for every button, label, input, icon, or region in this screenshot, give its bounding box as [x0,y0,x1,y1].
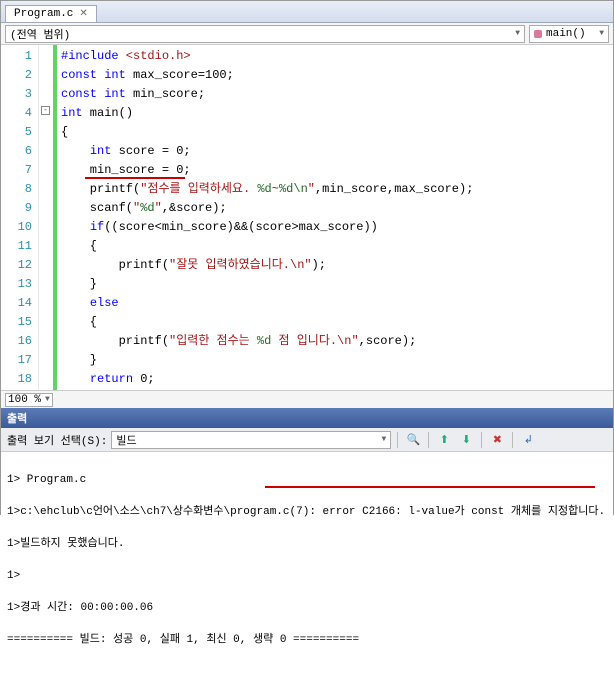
error-underline [265,486,595,488]
tab-title: Program.c [14,8,73,20]
close-icon[interactable]: ✕ [79,8,87,20]
code-content[interactable]: #include <stdio.h> const int max_score=1… [53,45,613,390]
function-icon [534,30,542,38]
zoom-value: 100 % [8,394,41,406]
output-source-dropdown[interactable]: 빌드 ▼ [111,431,391,449]
output-title: 출력 [7,410,27,426]
scope-label: (전역 범위) [10,26,70,42]
code-editor[interactable]: 123456789101112131415161718 - #include <… [1,45,613,390]
tab-bar: Program.c ✕ [1,1,613,23]
prev-message-icon[interactable]: ⬆ [435,431,453,449]
output-text[interactable]: 1> Program.c 1>c:\ehclub\c언어\소스\ch7\상수화변… [1,452,613,684]
chevron-down-icon: ▼ [599,29,604,38]
chevron-down-icon: ▼ [382,435,387,444]
chevron-down-icon: ▼ [515,29,520,38]
zoom-bar: 100 % ▼ [1,390,613,408]
function-label: main() [546,28,586,40]
file-tab[interactable]: Program.c ✕ [5,5,97,22]
chevron-down-icon: ▼ [45,395,50,404]
function-dropdown[interactable]: main() ▼ [529,25,609,43]
output-select-label: 출력 보기 선택(S): [7,432,107,448]
fold-column: - [39,45,53,390]
find-icon[interactable]: 🔍 [404,431,422,449]
clear-icon[interactable]: ✖ [488,431,506,449]
wrap-icon[interactable]: ↲ [519,431,537,449]
nav-bar: (전역 범위) ▼ main() ▼ [1,23,613,45]
zoom-dropdown[interactable]: 100 % ▼ [5,393,53,407]
next-message-icon[interactable]: ⬇ [457,431,475,449]
scope-dropdown[interactable]: (전역 범위) ▼ [5,25,525,43]
output-toolbar: 출력 보기 선택(S): 빌드 ▼ 🔍 ⬆ ⬇ ✖ ↲ [1,428,613,452]
line-gutter: 123456789101112131415161718 [1,45,39,390]
output-panel-header: 출력 [1,408,613,428]
fold-toggle[interactable]: - [41,106,50,115]
error-underline [85,177,185,179]
